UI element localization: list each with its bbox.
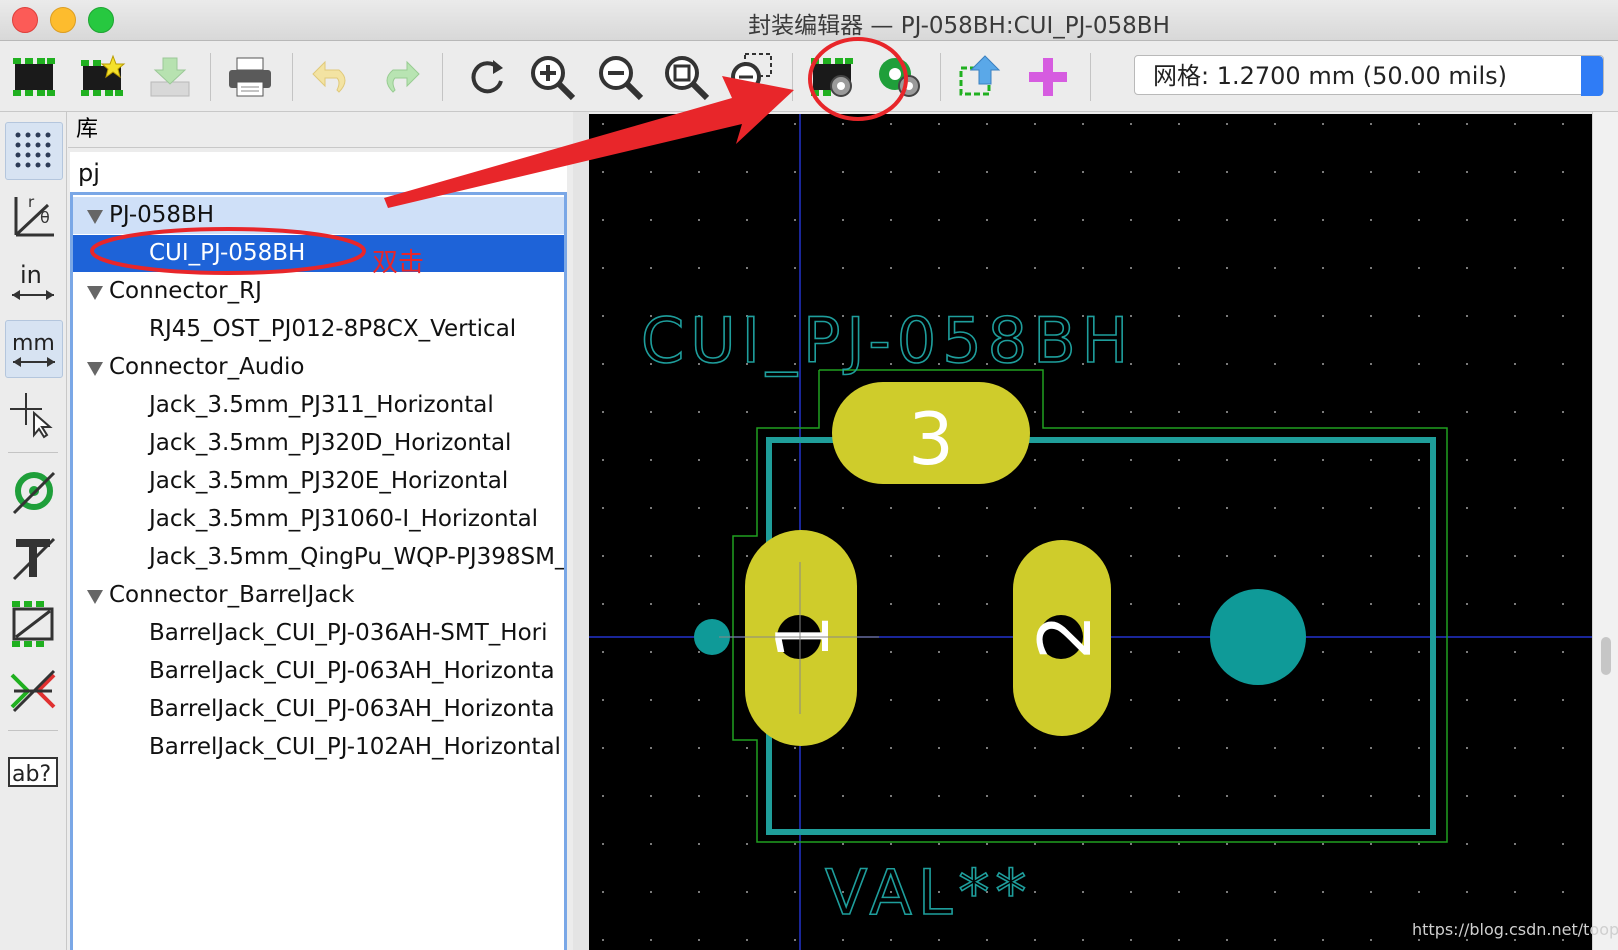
high-contrast-icon[interactable]	[5, 662, 61, 718]
grid-dots-icon[interactable]	[5, 122, 63, 180]
footprint-item[interactable]: CUI_PJ-058BH	[73, 235, 564, 272]
cursor-shape-icon[interactable]	[5, 386, 61, 442]
footprint-item[interactable]: BarrelJack_CUI_PJ-063AH_Horizonta	[73, 653, 564, 690]
expand-caret-icon[interactable]	[87, 210, 103, 224]
reference-text: CUI_PJ-058BH	[641, 304, 1134, 377]
undo-icon[interactable]	[306, 51, 358, 103]
library-name: PJ-058BH	[109, 202, 215, 228]
svg-text:ab?: ab?	[12, 762, 51, 787]
footprint-properties-icon[interactable]	[806, 51, 858, 103]
window-title: 封装编辑器 — PJ-058BH:CUI_PJ-058BH	[748, 13, 1170, 39]
svg-text:in: in	[20, 261, 42, 289]
expand-caret-icon[interactable]	[87, 286, 103, 300]
units-mm-icon[interactable]: mm	[5, 320, 63, 378]
expand-caret-icon[interactable]	[87, 590, 103, 604]
zoom-out-icon[interactable]	[594, 51, 646, 103]
footprint-name: Jack_3.5mm_PJ320E_Horizontal	[149, 468, 509, 494]
library-node[interactable]: PJ-058BH	[73, 197, 564, 234]
footprint-item[interactable]: Jack_3.5mm_PJ320E_Horizontal	[73, 463, 564, 500]
check-footprint-icon[interactable]	[954, 51, 1006, 103]
redo-icon[interactable]	[374, 51, 426, 103]
library-node[interactable]: Connector_BarrelJack	[73, 577, 564, 614]
footprint-name: BarrelJack_CUI_PJ-036AH-SMT_Hori	[149, 620, 548, 646]
footprint-name: BarrelJack_CUI_PJ-102AH_Horizontal	[149, 734, 561, 760]
footprint-drawing: 3 1 2 CUI_PJ-058BH VAL**	[589, 114, 1592, 950]
svg-text:r: r	[28, 193, 35, 211]
left-toolbar: rθ in mm ab?	[0, 112, 67, 950]
library-panel: 库 PJ-058BH CUI_PJ-058BH Connector_RJ RJ45_O…	[68, 112, 573, 950]
print-icon[interactable]	[224, 51, 276, 103]
footprint-item[interactable]: Jack_3.5mm_PJ320D_Horizontal	[73, 425, 564, 462]
footprint-canvas[interactable]: 3 1 2 CUI_PJ-058BH VAL**	[589, 114, 1592, 950]
library-node[interactable]: Connector_Audio	[73, 349, 564, 386]
panel-splitter[interactable]	[573, 112, 589, 950]
title-bar: 封装编辑器 — PJ-058BH:CUI_PJ-058BH	[0, 0, 1618, 41]
pad-2-number: 2	[1023, 614, 1107, 660]
footprint-name: CUI_PJ-058BH	[149, 240, 306, 266]
footprint-item[interactable]: BarrelJack_CUI_PJ-102AH_Horizontal	[73, 729, 564, 766]
footprint-name: Jack_3.5mm_PJ311_Horizontal	[149, 392, 494, 418]
library-tree[interactable]: PJ-058BH CUI_PJ-058BH Connector_RJ RJ45_OST…	[70, 192, 567, 950]
footprint-name: Jack_3.5mm_PJ320D_Horizontal	[149, 430, 512, 456]
footprint-item[interactable]: BarrelJack_CUI_PJ-036AH-SMT_Hori	[73, 615, 564, 652]
library-header: 库	[68, 112, 573, 148]
text-sketch-icon[interactable]	[5, 530, 61, 586]
new-footprint-icon[interactable]	[8, 51, 60, 103]
svg-text:mm: mm	[12, 331, 55, 356]
mounting-hole	[1210, 589, 1306, 685]
footprint-item[interactable]: BarrelJack_CUI_PJ-063AH_Horizonta	[73, 691, 564, 728]
footprint-name: BarrelJack_CUI_PJ-063AH_Horizonta	[149, 696, 555, 722]
svg-text:θ: θ	[40, 208, 50, 227]
zoom-fit-icon[interactable]	[660, 51, 712, 103]
import-footprint-icon[interactable]	[144, 51, 196, 103]
annotation-label: 双击	[372, 248, 425, 278]
zoom-selection-icon[interactable]	[726, 51, 778, 103]
footprint-name: BarrelJack_CUI_PJ-063AH_Horizonta	[149, 658, 555, 684]
footprint-item[interactable]: Jack_3.5mm_PJ311_Horizontal	[73, 387, 564, 424]
library-name: Connector_BarrelJack	[109, 582, 355, 608]
chevron-down-icon[interactable]	[1581, 56, 1603, 96]
footprint-item[interactable]: Jack_3.5mm_QingPu_WQP-PJ398SM_	[73, 539, 565, 576]
vertical-scrollbar[interactable]	[1592, 112, 1618, 950]
pad-settings-icon[interactable]	[874, 51, 926, 103]
pad-3-number: 3	[908, 397, 954, 481]
graphic-sketch-icon[interactable]	[5, 596, 61, 652]
refresh-icon[interactable]	[460, 51, 512, 103]
footprint-name: RJ45_OST_PJ012-8P8CX_Vertical	[149, 316, 517, 342]
zoom-in-icon[interactable]	[526, 51, 578, 103]
grid-size-select[interactable]: 网格: 1.2700 mm (50.00 mils)	[1134, 55, 1604, 96]
footprint-name: Jack_3.5mm_QingPu_WQP-PJ398SM_	[149, 544, 565, 570]
footprint-name: Jack_3.5mm_PJ31060-I_Horizontal	[149, 506, 539, 532]
library-node[interactable]: Connector_RJ	[73, 273, 564, 310]
expand-caret-icon[interactable]	[87, 362, 103, 376]
search-text-icon[interactable]: ab?	[5, 744, 61, 800]
scrollbar-thumb[interactable]	[1601, 637, 1611, 675]
new-footprint-wizard-icon[interactable]	[76, 51, 128, 103]
pad-sketch-icon[interactable]	[5, 464, 61, 520]
main-toolbar: 网格: 1.2700 mm (50.00 mils)	[0, 41, 1618, 112]
footprint-item[interactable]: Jack_3.5mm_PJ31060-I_Horizontal	[73, 501, 564, 538]
library-search-input[interactable]	[70, 152, 567, 194]
watermark: https://blog.csdn.net/toopoo	[1412, 920, 1618, 939]
footprint-item[interactable]: RJ45_OST_PJ012-8P8CX_Vertical	[73, 311, 564, 348]
grid-size-value: 网格: 1.2700 mm (50.00 mils)	[1153, 62, 1507, 90]
library-name: Connector_Audio	[109, 354, 305, 380]
insert-footprint-icon[interactable]	[1022, 51, 1074, 103]
value-text: VAL**	[825, 856, 1032, 929]
library-name: Connector_RJ	[109, 278, 262, 304]
units-inch-icon[interactable]: in	[5, 254, 61, 310]
polar-coords-icon[interactable]: rθ	[5, 188, 61, 244]
